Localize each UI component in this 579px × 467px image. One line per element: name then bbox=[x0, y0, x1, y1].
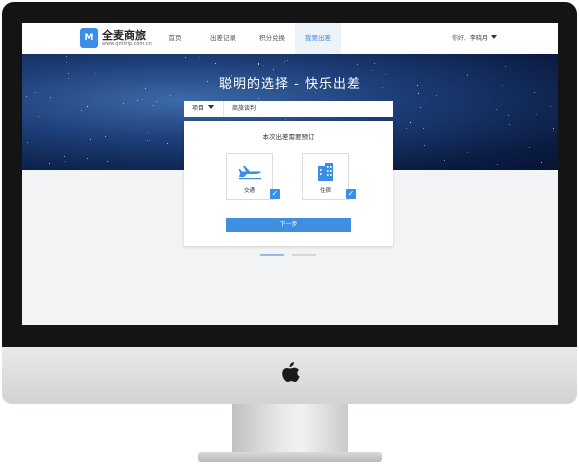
star bbox=[374, 62, 376, 64]
pager-dot[interactable] bbox=[292, 254, 316, 256]
star bbox=[552, 130, 554, 132]
star bbox=[284, 119, 286, 121]
star bbox=[410, 122, 411, 124]
star bbox=[64, 161, 66, 163]
star bbox=[258, 62, 259, 64]
monitor-chin bbox=[2, 347, 577, 404]
star bbox=[504, 66, 506, 68]
project-dropdown-label: 项目 bbox=[192, 105, 205, 112]
plane-icon bbox=[238, 166, 261, 180]
star bbox=[86, 105, 88, 107]
star bbox=[497, 164, 499, 165]
screen: M 全麦商旅 www.qmtrip.com.cn 首页 出差记录 积分兑换 我要… bbox=[22, 23, 558, 325]
star bbox=[199, 57, 201, 59]
star bbox=[185, 57, 186, 59]
star bbox=[436, 94, 438, 96]
star bbox=[406, 128, 408, 130]
monitor-base bbox=[198, 452, 382, 462]
star bbox=[146, 139, 148, 141]
pager-dot-active[interactable] bbox=[260, 254, 284, 256]
nav-new-trip[interactable]: 我要出差 bbox=[295, 23, 341, 54]
star bbox=[283, 61, 285, 63]
star bbox=[467, 151, 469, 153]
star bbox=[258, 64, 260, 66]
star bbox=[444, 160, 445, 162]
star bbox=[170, 94, 171, 96]
star bbox=[90, 138, 92, 140]
star bbox=[156, 100, 158, 102]
star bbox=[48, 162, 50, 164]
star bbox=[152, 105, 154, 107]
star bbox=[315, 92, 317, 94]
star bbox=[536, 113, 538, 115]
star bbox=[356, 64, 358, 65]
option-lodging-label: 住宿 bbox=[319, 188, 331, 194]
star bbox=[418, 93, 419, 95]
star bbox=[64, 155, 66, 157]
star bbox=[148, 140, 150, 142]
apple-logo-icon bbox=[282, 362, 300, 382]
nav-trip-records[interactable]: 出差记录 bbox=[205, 23, 241, 54]
nav-home[interactable]: 首页 bbox=[160, 23, 190, 54]
star bbox=[552, 127, 554, 129]
star bbox=[166, 142, 168, 144]
next-step-button[interactable]: 下一步 bbox=[226, 218, 351, 232]
option-transport-label: 交通 bbox=[243, 188, 255, 194]
chevron-down-icon bbox=[490, 35, 497, 39]
checkbox-checked-icon[interactable]: ✓ bbox=[346, 189, 356, 199]
star bbox=[141, 99, 143, 101]
project-input[interactable]: 商旅谈判 bbox=[232, 101, 256, 117]
brand-logo[interactable]: M bbox=[80, 28, 98, 48]
star bbox=[419, 106, 421, 108]
star bbox=[422, 128, 424, 130]
user-name: 李晓月 bbox=[469, 35, 488, 42]
monitor-stand bbox=[232, 404, 348, 454]
hero-slogan: 聪明的选择 - 快乐出差 bbox=[219, 77, 361, 92]
star bbox=[66, 61, 68, 63]
star bbox=[25, 95, 27, 97]
star bbox=[424, 144, 426, 146]
star bbox=[107, 160, 109, 162]
checkbox-checked-icon[interactable]: ✓ bbox=[270, 189, 280, 199]
star bbox=[507, 115, 509, 117]
option-transport[interactable]: 交通 ✓ bbox=[226, 153, 280, 200]
star bbox=[65, 56, 67, 58]
star bbox=[26, 141, 28, 143]
star bbox=[508, 123, 510, 125]
star bbox=[495, 108, 497, 110]
star bbox=[371, 69, 373, 71]
star bbox=[123, 102, 125, 104]
star bbox=[541, 161, 542, 163]
user-menu[interactable]: 你好, 李晓月 bbox=[452, 23, 497, 54]
star bbox=[214, 63, 216, 64]
header-bar: M 全麦商旅 www.qmtrip.com.cn 首页 出差记录 积分兑换 我要… bbox=[22, 23, 558, 54]
user-greeting: 你好, bbox=[452, 35, 466, 42]
star bbox=[148, 131, 149, 133]
project-dropdown[interactable]: 项目 bbox=[184, 101, 224, 117]
building-icon bbox=[318, 163, 333, 181]
option-lodging[interactable]: 住宿 ✓ bbox=[302, 153, 356, 200]
star bbox=[49, 96, 51, 98]
panel-title: 本次出差需要预订 bbox=[262, 133, 315, 141]
project-search-bar: 项目 商旅谈判 bbox=[184, 101, 393, 117]
star bbox=[86, 158, 88, 160]
star bbox=[550, 105, 552, 107]
nav-points-exchange[interactable]: 积分兑换 bbox=[253, 23, 291, 54]
brand-url: www.qmtrip.com.cn bbox=[102, 41, 152, 47]
star bbox=[263, 64, 265, 66]
star bbox=[80, 109, 82, 111]
star bbox=[286, 60, 288, 61]
booking-panel: 本次出差需要预订 交通 ✓ 住宿 ✓ 下一步 bbox=[184, 121, 393, 246]
star bbox=[37, 116, 39, 118]
star bbox=[273, 68, 275, 70]
chevron-down-icon bbox=[208, 105, 215, 109]
star bbox=[257, 97, 259, 99]
star bbox=[104, 136, 106, 137]
star bbox=[137, 99, 139, 101]
star bbox=[529, 147, 530, 149]
